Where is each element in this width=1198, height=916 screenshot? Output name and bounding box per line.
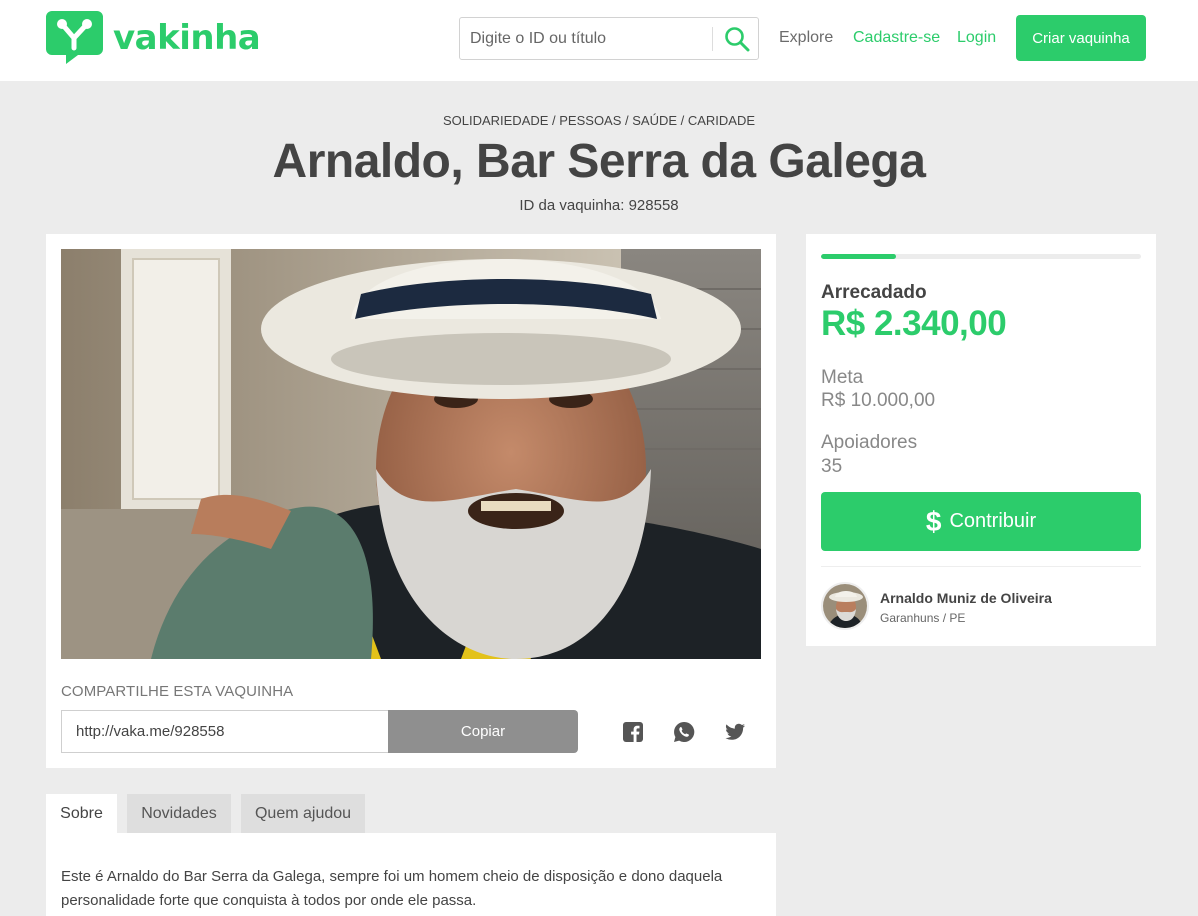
divider bbox=[821, 566, 1141, 567]
share-label: COMPARTILHE ESTA VAQUINHA bbox=[61, 683, 294, 700]
nav-signup-link[interactable]: Cadastre-se bbox=[853, 29, 940, 47]
contribute-button-label: Contribuir bbox=[949, 510, 1037, 532]
search-input[interactable] bbox=[460, 18, 710, 59]
top-navigation-bar: vakinha Explore Cadastre-se Login Criar … bbox=[0, 0, 1198, 81]
tab-news[interactable]: Novidades bbox=[127, 794, 231, 833]
whatsapp-icon bbox=[674, 721, 695, 742]
about-text: Este é Arnaldo do Bar Serra da Galega, s… bbox=[61, 868, 723, 909]
owner-avatar-image bbox=[823, 584, 867, 628]
contribute-button[interactable]: $ Contribuir bbox=[821, 492, 1141, 551]
tab-helpers[interactable]: Quem ajudou bbox=[241, 794, 365, 833]
supporters-label: Apoiadores bbox=[821, 432, 918, 453]
campaign-media-card: COMPARTILHE ESTA VAQUINHA Copiar bbox=[46, 234, 776, 768]
owner-avatar[interactable] bbox=[821, 582, 869, 630]
campaign-categories: SOLIDARIEDADE / PESSOAS / SAÚDE / CARIDA… bbox=[442, 113, 756, 128]
tab-about[interactable]: Sobre bbox=[46, 794, 117, 833]
search-button[interactable] bbox=[718, 22, 756, 56]
goal-value: R$ 10.000,00 bbox=[821, 390, 936, 411]
create-campaign-button[interactable]: Criar vaquinha bbox=[1016, 15, 1146, 61]
dollar-icon: $ bbox=[925, 505, 942, 537]
owner-name[interactable]: Arnaldo Muniz de Oliveira bbox=[880, 590, 1052, 606]
about-panel: Este é Arnaldo do Bar Serra da Galega, s… bbox=[46, 833, 776, 916]
facebook-share-button[interactable] bbox=[622, 721, 644, 743]
search-box bbox=[459, 17, 759, 60]
nav-explore-link[interactable]: Explore bbox=[779, 29, 833, 47]
vakinha-logo-icon bbox=[46, 11, 103, 64]
facebook-icon bbox=[623, 722, 643, 742]
twitter-icon bbox=[725, 723, 745, 740]
whatsapp-share-button[interactable] bbox=[673, 721, 695, 743]
search-icon bbox=[725, 27, 750, 52]
share-url-field[interactable] bbox=[61, 710, 389, 753]
owner-location: Garanhuns / PE bbox=[880, 611, 966, 625]
twitter-share-button[interactable] bbox=[724, 721, 746, 743]
raised-value: R$ 2.340,00 bbox=[821, 304, 1007, 343]
campaign-photo-image bbox=[61, 249, 761, 659]
copy-button[interactable]: Copiar bbox=[388, 710, 578, 753]
supporters-value: 35 bbox=[821, 456, 843, 477]
funding-progress-fill bbox=[821, 254, 896, 259]
campaign-id: ID da vaquinha: 928558 bbox=[519, 197, 679, 214]
vakinha-logo[interactable]: vakinha bbox=[46, 11, 261, 64]
page-title: Arnaldo, Bar Serra da Galega bbox=[272, 135, 926, 188]
nav-login-link[interactable]: Login bbox=[957, 29, 996, 47]
goal-label: Meta bbox=[821, 367, 864, 388]
raised-label: Arrecadado bbox=[821, 282, 927, 303]
logo-text: vakinha bbox=[113, 17, 261, 58]
funding-progress-bar bbox=[821, 254, 1141, 259]
search-divider bbox=[712, 27, 713, 51]
campaign-stats-card: Arrecadado R$ 2.340,00 Meta R$ 10.000,00… bbox=[806, 234, 1156, 646]
campaign-photo bbox=[61, 249, 761, 659]
